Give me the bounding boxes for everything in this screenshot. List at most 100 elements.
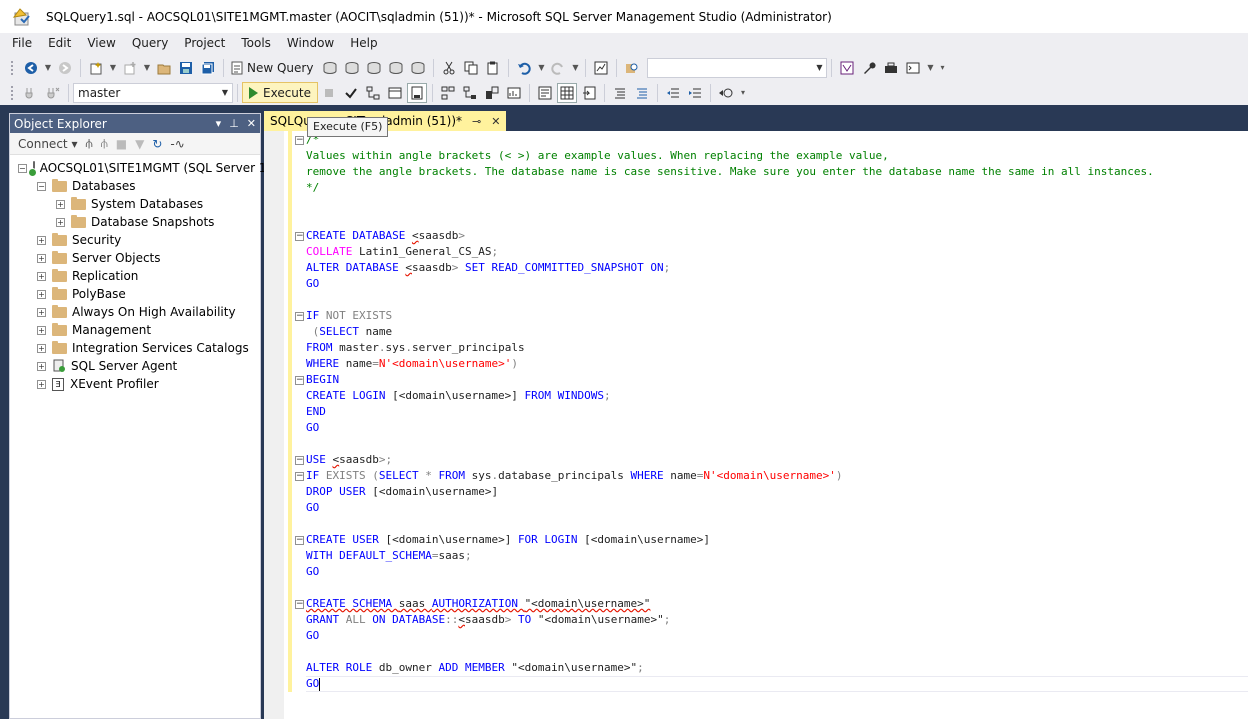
open-file-icon[interactable] <box>154 58 174 78</box>
toolbar-overflow-icon[interactable]: ▾ <box>738 83 748 103</box>
connect-icon[interactable]: ⫛ <box>83 136 94 151</box>
database-engine-query-icon[interactable] <box>320 58 340 78</box>
save-all-icon[interactable] <box>198 58 218 78</box>
connect-dropdown[interactable]: Connect ▾ <box>16 137 79 151</box>
close-icon[interactable]: ✕ <box>491 115 500 128</box>
tree-node-integration-services[interactable]: + Integration Services Catalogs <box>10 339 260 357</box>
fold-toggle-icon[interactable]: − <box>295 312 304 321</box>
query-options-icon[interactable] <box>407 82 427 103</box>
increase-indent-icon[interactable] <box>685 83 705 103</box>
query-editor[interactable]: /* Values within angle brackets (< >) are… <box>264 131 1248 719</box>
expand-icon[interactable]: + <box>37 253 46 263</box>
tree-node-replication[interactable]: + Replication <box>10 267 260 285</box>
fold-toggle-icon[interactable]: − <box>295 232 304 241</box>
fold-toggle-icon[interactable]: − <box>295 376 304 385</box>
menu-project[interactable]: Project <box>176 36 233 50</box>
menu-edit[interactable]: Edit <box>40 36 79 50</box>
chevron-down-icon[interactable]: ▼ <box>816 63 822 72</box>
disconnect-icon[interactable] <box>43 83 63 103</box>
tree-node-xevent-profiler[interactable]: + Ǝ XEvent Profiler <box>10 375 260 393</box>
add-item-icon[interactable] <box>120 58 140 78</box>
live-query-stats-icon[interactable] <box>482 83 502 103</box>
toolbox-icon[interactable] <box>881 58 901 78</box>
paste-icon[interactable] <box>483 58 503 78</box>
execute-button[interactable]: Execute <box>242 82 318 103</box>
cut-icon[interactable] <box>439 58 459 78</box>
client-statistics-icon[interactable] <box>504 83 524 103</box>
tree-node-always-on[interactable]: + Always On High Availability <box>10 303 260 321</box>
pin-icon[interactable]: ⊸ <box>472 115 481 128</box>
chevron-down-icon[interactable]: ▼ <box>925 58 935 78</box>
chevron-down-icon[interactable]: ▼ <box>536 58 546 78</box>
close-icon[interactable]: ✕ <box>247 117 256 130</box>
fold-toggle-icon[interactable]: − <box>295 456 304 465</box>
collapse-icon[interactable]: − <box>37 181 46 191</box>
tree-node-server-objects[interactable]: + Server Objects <box>10 249 260 267</box>
new-query-button[interactable]: New Query <box>230 61 313 75</box>
disconnect-icon[interactable]: ⫛ <box>99 136 110 151</box>
display-estimated-plan-icon[interactable] <box>363 83 383 103</box>
decrease-indent-icon[interactable] <box>663 83 683 103</box>
search-combo[interactable]: ▼ <box>647 57 828 78</box>
expand-icon[interactable]: + <box>37 343 46 353</box>
expand-icon[interactable]: + <box>37 325 46 335</box>
tree-node-polybase[interactable]: + PolyBase <box>10 285 260 303</box>
activity-monitor-icon[interactable] <box>591 58 611 78</box>
expand-icon[interactable]: + <box>37 289 46 299</box>
expand-icon[interactable]: + <box>37 235 46 245</box>
connect-icon[interactable] <box>21 83 41 103</box>
filter-icon[interactable]: ▼ <box>133 137 146 151</box>
stop-icon[interactable]: ■ <box>114 137 129 151</box>
refresh-icon[interactable]: ↻ <box>150 137 164 151</box>
include-actual-plan-icon[interactable] <box>460 83 480 103</box>
forward-icon[interactable] <box>55 58 75 78</box>
activity-icon[interactable]: -∿ <box>168 137 186 151</box>
redo-icon[interactable] <box>548 58 568 78</box>
menu-file[interactable]: File <box>4 36 40 50</box>
save-icon[interactable] <box>176 58 196 78</box>
dmx-query-icon[interactable] <box>364 58 384 78</box>
expand-icon[interactable]: + <box>56 199 65 209</box>
menu-tools[interactable]: Tools <box>233 36 279 50</box>
tree-node-databases[interactable]: − Databases <box>10 177 260 195</box>
chevron-down-icon[interactable]: ▼ <box>570 58 580 78</box>
tree-node-system-databases[interactable]: + System Databases <box>10 195 260 213</box>
toolbar-grip[interactable] <box>10 84 14 101</box>
collapse-icon[interactable]: − <box>18 163 27 173</box>
expand-icon[interactable]: + <box>56 217 65 227</box>
results-to-grid-icon[interactable] <box>557 82 577 103</box>
cancel-query-icon[interactable] <box>319 83 339 103</box>
xmla-query-icon[interactable] <box>386 58 406 78</box>
back-icon[interactable] <box>21 58 41 78</box>
tree-node-security[interactable]: + Security <box>10 231 260 249</box>
menu-window[interactable]: Window <box>279 36 342 50</box>
expand-icon[interactable]: + <box>37 379 46 389</box>
chevron-down-icon[interactable]: ▼ <box>142 58 152 78</box>
properties-wrench-icon[interactable] <box>859 58 879 78</box>
parse-check-icon[interactable] <box>341 83 361 103</box>
query-designer-icon[interactable] <box>385 83 405 103</box>
specify-template-values-icon[interactable] <box>716 83 736 103</box>
fold-toggle-icon[interactable]: − <box>295 472 304 481</box>
new-project-icon[interactable] <box>86 58 106 78</box>
fold-toggle-icon[interactable]: − <box>295 600 304 609</box>
undo-icon[interactable] <box>514 58 534 78</box>
window-position-icon[interactable]: ▾ <box>216 117 222 130</box>
dax-query-icon[interactable] <box>408 58 428 78</box>
results-to-file-icon[interactable] <box>579 83 599 103</box>
expand-icon[interactable]: + <box>37 361 46 371</box>
chevron-down-icon[interactable]: ▼ <box>108 58 118 78</box>
fold-toggle-icon[interactable]: − <box>295 536 304 545</box>
menu-query[interactable]: Query <box>124 36 176 50</box>
menu-help[interactable]: Help <box>342 36 385 50</box>
solution-explorer-icon[interactable] <box>837 58 857 78</box>
copy-icon[interactable] <box>461 58 481 78</box>
uncomment-lines-icon[interactable] <box>632 83 652 103</box>
tree-node-database-snapshots[interactable]: + Database Snapshots <box>10 213 260 231</box>
toolbar-grip[interactable] <box>10 59 14 76</box>
command-window-icon[interactable] <box>903 58 923 78</box>
pin-icon[interactable]: ⊥ <box>229 117 239 130</box>
intellisense-icon[interactable] <box>438 83 458 103</box>
tree-node-server[interactable]: − AOCSQL01\SITE1MGMT (SQL Server 13 <box>10 159 274 177</box>
comment-lines-icon[interactable] <box>610 83 630 103</box>
